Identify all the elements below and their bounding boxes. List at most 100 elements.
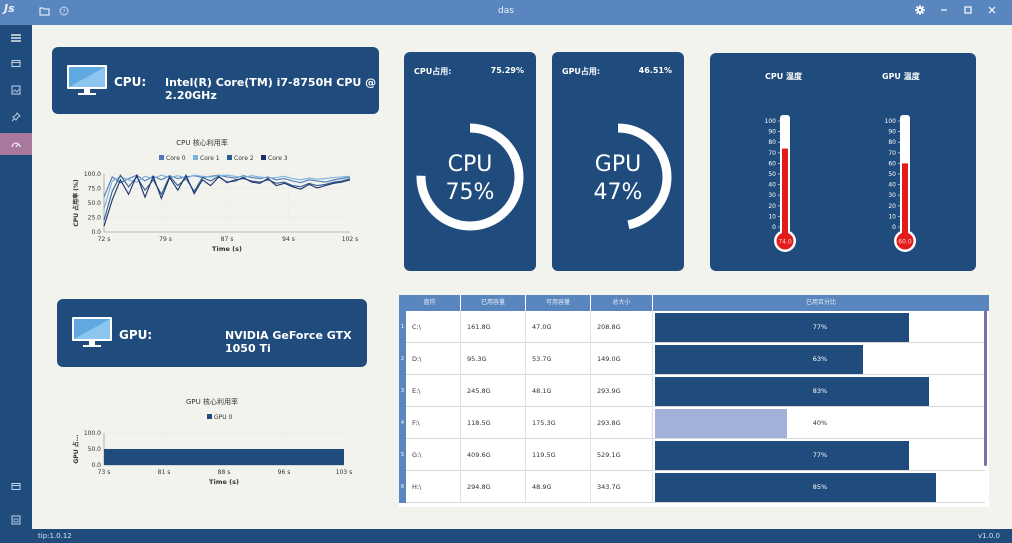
cpu-thermo-scale-tick: 70 bbox=[768, 150, 776, 157]
monitor-icon bbox=[67, 65, 107, 95]
table-scrollbar[interactable] bbox=[984, 310, 987, 466]
cell-free: 48.9G bbox=[526, 471, 591, 503]
wallet-icon bbox=[11, 482, 21, 490]
gpu-thermo-scale-tick: 30 bbox=[888, 192, 896, 199]
temperature-card: CPU 温度 GPU 温度 74.0 100 90 80 70 60 50 40 30 20 10 0… bbox=[710, 53, 976, 271]
table-row[interactable]: 2 D:\ 95.3G 53.7G 149.0G 63% bbox=[399, 343, 985, 375]
table-row[interactable]: 6 H:\ 294.8G 48.9G 343.7G 85% bbox=[399, 471, 985, 503]
y-tick-label: 50.0 bbox=[88, 446, 102, 453]
title-bar: Js ? das bbox=[0, 0, 1012, 25]
header-free[interactable]: 可用容量 bbox=[526, 295, 591, 311]
usage-bar: 77% bbox=[655, 441, 985, 470]
cpu-chart-title: CPU 核心利用率 bbox=[176, 139, 228, 147]
cell-total: 529.1G bbox=[591, 439, 653, 471]
row-number: 2 bbox=[399, 343, 406, 375]
gpu-usage-card: GPU占用: 46.51% GPU 47% bbox=[552, 52, 684, 271]
minimize-icon[interactable] bbox=[938, 5, 950, 17]
y-tick-label: 25.0 bbox=[88, 215, 102, 222]
cpu-usage-card: CPU占用: 75.29% CPU 75% bbox=[404, 52, 536, 271]
cpu-thermo-scale-tick: 100 bbox=[765, 118, 777, 125]
legend-label: Core 2 bbox=[234, 155, 254, 162]
cpu-usage-label: CPU占用: bbox=[414, 67, 452, 76]
card-icon bbox=[11, 59, 21, 67]
header-drive[interactable]: 盘符 bbox=[399, 295, 461, 311]
legend-label: Core 0 bbox=[166, 155, 186, 162]
status-left: tip:1.0.12 bbox=[38, 532, 72, 540]
cpu-gauge-value: 75% bbox=[445, 180, 495, 205]
legend-label: Core 1 bbox=[200, 155, 220, 162]
header-total[interactable]: 总大小 bbox=[591, 295, 653, 311]
gpu-gauge-label: GPU bbox=[594, 152, 642, 177]
sidebar bbox=[0, 25, 32, 529]
cpu-thermo-scale-tick: 40 bbox=[768, 182, 776, 189]
x-tick-label: 72 s bbox=[98, 236, 111, 243]
usage-bar-text: 77% bbox=[812, 323, 828, 331]
x-tick-label: 79 s bbox=[159, 236, 172, 243]
sidebar-item-home[interactable] bbox=[0, 52, 32, 74]
image-icon bbox=[11, 85, 21, 95]
usage-bar: 40% bbox=[655, 409, 985, 438]
cpu-info-card: CPU: Intel(R) Core(TM) i7-8750H CPU @ 2.… bbox=[52, 47, 379, 114]
sidebar-item-settings[interactable] bbox=[0, 509, 32, 531]
header-used[interactable]: 已用容量 bbox=[461, 295, 526, 311]
close-icon[interactable] bbox=[986, 5, 998, 17]
gpu-thermo-mercury bbox=[902, 163, 908, 233]
cell-drive: E:\ bbox=[406, 375, 461, 407]
y-axis-label: GPU 占... bbox=[72, 434, 80, 463]
cpu-thermo-scale-tick: 60 bbox=[768, 160, 776, 167]
version-label: v1.0.0 bbox=[978, 532, 1000, 540]
usage-bar: 77% bbox=[655, 313, 985, 342]
y-tick-label: 0.0 bbox=[91, 229, 101, 236]
gpu-gauge bbox=[564, 123, 672, 231]
disk-table: 盘符 已用容量 可用容量 总大小 已用百分比 1 C:\ 161.8G 47.0G 20… bbox=[399, 295, 989, 507]
y-axis-label: CPU 占用率 (%) bbox=[72, 179, 80, 227]
row-number: 5 bbox=[399, 439, 406, 471]
cpu-thermo-scale-tick: 0 bbox=[772, 224, 776, 231]
gpu-thermo-scale-tick: 40 bbox=[888, 182, 896, 189]
gauge-icon bbox=[11, 142, 21, 148]
header-percent[interactable]: 已用百分比 bbox=[653, 295, 989, 311]
table-row[interactable]: 4 F:\ 118.5G 175.3G 293.8G 40% bbox=[399, 407, 985, 439]
cpu-gauge-label: CPU bbox=[447, 152, 493, 177]
cell-used: 95.3G bbox=[461, 343, 526, 375]
x-tick-label: 73 s bbox=[98, 469, 111, 476]
y-tick-label: 0.0 bbox=[91, 462, 101, 469]
row-number: 6 bbox=[399, 471, 406, 503]
series-area-0 bbox=[104, 449, 344, 465]
cell-free: 53.7G bbox=[526, 343, 591, 375]
table-row[interactable]: 5 G:\ 409.6G 119.5G 529.1G 77% bbox=[399, 439, 985, 471]
cell-total: 149.0G bbox=[591, 343, 653, 375]
sidebar-item-media[interactable] bbox=[0, 79, 32, 101]
gpu-model: NVIDIA GeForce GTX 1050 Ti bbox=[225, 329, 352, 355]
cell-free: 48.1G bbox=[526, 375, 591, 407]
cpu-thermo-scale-tick: 30 bbox=[768, 192, 776, 199]
sidebar-item-card-bottom[interactable] bbox=[0, 475, 32, 497]
cpu-label: CPU: bbox=[114, 75, 147, 89]
x-tick-label: 96 s bbox=[278, 469, 291, 476]
gpu-chart-title: GPU 核心利用率 bbox=[186, 398, 238, 406]
x-tick-label: 87 s bbox=[221, 236, 234, 243]
cpu-thermo-scale-tick: 20 bbox=[768, 203, 776, 210]
sidebar-item-monitor[interactable] bbox=[0, 133, 32, 155]
menu-icon[interactable] bbox=[0, 27, 32, 49]
sidebar-item-pin[interactable] bbox=[0, 106, 32, 128]
gpu-gauge-arc bbox=[564, 123, 672, 231]
cpu-thermo-scale-tick: 90 bbox=[768, 129, 776, 136]
table-row[interactable]: 1 C:\ 161.8G 47.0G 208.8G 77% bbox=[399, 311, 985, 343]
legend-swatch bbox=[193, 155, 198, 160]
gear-icon[interactable] bbox=[914, 5, 926, 17]
monitor-icon bbox=[72, 317, 112, 347]
maximize-icon[interactable] bbox=[962, 5, 974, 17]
usage-bar-text: 77% bbox=[812, 451, 828, 459]
cpu-gauge bbox=[416, 123, 524, 231]
gpu-thermo-scale-tick: 50 bbox=[888, 171, 896, 178]
gpu-thermo-scale-tick: 60 bbox=[888, 160, 896, 167]
x-axis-label: Time (s) bbox=[209, 478, 239, 486]
row-number: 3 bbox=[399, 375, 406, 407]
row-number: 1 bbox=[399, 311, 406, 343]
cell-used: 118.5G bbox=[461, 407, 526, 439]
cell-drive: H:\ bbox=[406, 471, 461, 503]
x-tick-label: 94 s bbox=[282, 236, 295, 243]
table-row[interactable]: 3 E:\ 245.8G 48.1G 293.9G 83% bbox=[399, 375, 985, 407]
window-title: das bbox=[498, 6, 514, 16]
